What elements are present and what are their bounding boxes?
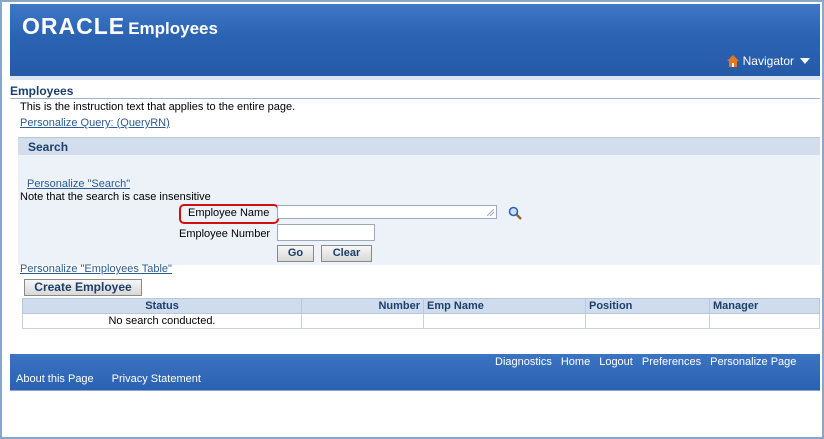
resize-grip-icon: [487, 209, 494, 216]
about-page-link[interactable]: About this Page: [16, 373, 94, 385]
home-icon[interactable]: [726, 55, 739, 67]
table-row: No search conducted.: [22, 313, 820, 329]
navigator-label[interactable]: Navigator: [743, 54, 794, 68]
global-links: Diagnostics Home Logout Preferences Pers…: [495, 356, 796, 368]
employee-number-label: Employee Number: [179, 228, 271, 240]
clear-button[interactable]: Clear: [321, 245, 372, 262]
employee-number-field[interactable]: [277, 224, 375, 241]
instruction-text: This is the instruction text that applie…: [20, 101, 296, 113]
footer-link-home[interactable]: Home: [561, 356, 590, 368]
oracle-logo: ORACLE Employees: [22, 13, 218, 40]
footer-divider: [10, 390, 820, 391]
footer-link-preferences[interactable]: Preferences: [642, 356, 701, 368]
footer-secondary-links: About this Page Privacy Statement: [16, 373, 201, 385]
table-cell: [709, 313, 820, 329]
personalize-query-link[interactable]: Personalize Query: (QueryRN): [20, 117, 170, 129]
footer-link-personalize-page[interactable]: Personalize Page: [710, 356, 796, 368]
column-header-position[interactable]: Position: [585, 298, 710, 314]
column-header-emp-name[interactable]: Emp Name: [423, 298, 586, 314]
personalize-table-link[interactable]: Personalize "Employees Table": [20, 263, 172, 275]
table-cell: [423, 313, 586, 329]
page-title: Employees: [10, 84, 74, 98]
title-divider: [10, 98, 820, 99]
app-title: Employees: [128, 19, 218, 38]
employee-name-field[interactable]: [277, 205, 497, 219]
personalize-search-link[interactable]: Personalize "Search": [27, 178, 130, 190]
global-header: ORACLE Employees Navigator: [10, 4, 820, 76]
employee-name-label: Employee Name: [188, 207, 270, 219]
search-icon[interactable]: [508, 206, 522, 220]
table-cell: [301, 313, 424, 329]
navigator-menu[interactable]: Navigator: [726, 54, 810, 68]
table-cell: [585, 313, 710, 329]
column-header-number[interactable]: Number: [301, 298, 424, 314]
brand-name: ORACLE: [22, 13, 126, 39]
privacy-statement-link[interactable]: Privacy Statement: [112, 373, 201, 385]
header-strip: [10, 76, 820, 80]
footer-link-logout[interactable]: Logout: [599, 356, 633, 368]
search-note: Note that the search is case insensitive: [20, 191, 211, 203]
search-header-label: Search: [28, 140, 69, 154]
empty-message: No search conducted.: [22, 313, 302, 329]
create-employee-button[interactable]: Create Employee: [24, 279, 142, 296]
employees-table: Status Number Emp Name Position Manager …: [22, 298, 820, 329]
column-header-manager[interactable]: Manager: [709, 298, 820, 314]
chevron-down-icon[interactable]: [800, 58, 810, 64]
footer-link-diagnostics[interactable]: Diagnostics: [495, 356, 552, 368]
table-header-row: Status Number Emp Name Position Manager: [22, 298, 820, 314]
go-button[interactable]: Go: [277, 245, 314, 262]
column-header-status[interactable]: Status: [22, 298, 302, 314]
search-header: Search: [18, 137, 820, 155]
